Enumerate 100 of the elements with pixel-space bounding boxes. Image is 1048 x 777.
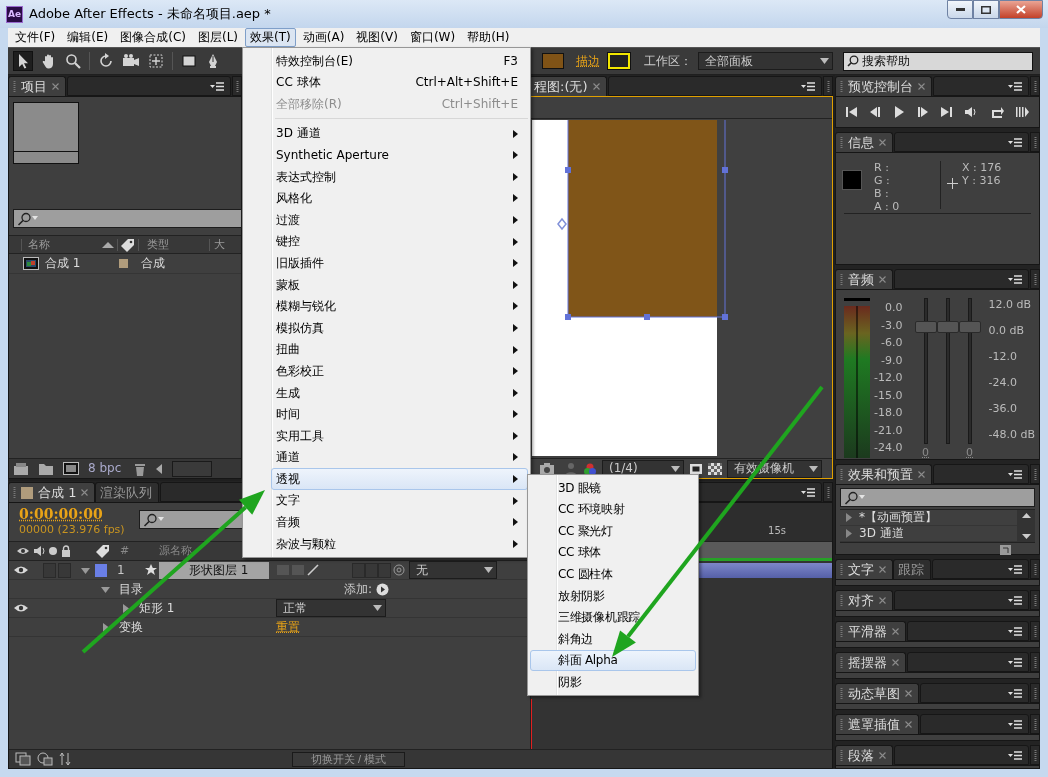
drag-handle-icon[interactable] [840, 626, 843, 638]
panel-menu-icon[interactable] [1008, 750, 1022, 760]
slider-thumb[interactable] [958, 321, 981, 334]
property-label[interactable]: 矩形 1 [139, 600, 175, 616]
scroll-down-icon[interactable] [1021, 534, 1031, 540]
label-tag-icon[interactable] [95, 544, 111, 558]
layer-name[interactable]: 形状图层 1 [159, 561, 269, 579]
menu-item[interactable]: 扭曲 [271, 338, 528, 361]
drag-handle-icon[interactable] [1033, 718, 1037, 730]
menu-item[interactable]: 帮助(H) [462, 28, 515, 47]
menu-item[interactable]: 动画(A) [297, 28, 350, 47]
scroll-up-icon[interactable] [1021, 513, 1031, 519]
panel-tab[interactable]: 平滑器 [835, 621, 906, 642]
toggle-switches-button[interactable]: 切换开关 / 模式 [292, 751, 405, 767]
panel-menu-icon[interactable] [1008, 274, 1022, 284]
drag-handle-icon[interactable] [1033, 656, 1037, 668]
drag-handle-icon[interactable] [1033, 273, 1037, 285]
switch-box[interactable] [365, 562, 378, 578]
drag-handle-icon[interactable] [1033, 468, 1037, 480]
transparency-grid-icon[interactable] [708, 462, 722, 475]
menu-item[interactable]: 窗口(W) [404, 28, 461, 47]
parent-dropdown[interactable]: 无 [409, 561, 497, 579]
drag-handle-icon[interactable] [840, 137, 843, 148]
stroke-swatch[interactable] [608, 53, 630, 69]
menu-item[interactable]: Synthetic Aperture [271, 144, 528, 166]
panel-tab[interactable]: 跟踪 [893, 559, 931, 580]
panel-tab[interactable]: 段落 [835, 745, 893, 766]
close-icon[interactable] [879, 139, 886, 146]
last-frame-icon[interactable] [940, 106, 953, 118]
loop-icon[interactable] [989, 106, 1004, 118]
drag-handle-icon[interactable] [1033, 687, 1037, 699]
label-tag-icon[interactable] [120, 237, 136, 252]
drag-handle-icon[interactable] [840, 657, 843, 669]
panel-menu-icon[interactable] [1008, 137, 1022, 147]
search-field[interactable]: 搜索帮助 [843, 51, 1033, 71]
search-icon[interactable] [17, 211, 39, 226]
column-header[interactable]: 类型 [139, 237, 209, 252]
menu-item[interactable]: CC 球体 [530, 541, 696, 564]
menu-item[interactable]: 阴影 [530, 671, 696, 693]
drag-handle-icon[interactable] [840, 274, 843, 285]
close-icon[interactable] [892, 659, 899, 667]
volume-slider[interactable] [936, 298, 959, 444]
timecode[interactable]: 0:00:00:00 [19, 506, 125, 523]
panel-tab[interactable]: 对齐 [835, 590, 893, 611]
visibility-eye-icon[interactable] [13, 565, 29, 575]
visibility-eye-icon[interactable] [13, 603, 29, 613]
close-icon[interactable] [592, 83, 600, 90]
panel-tab[interactable]: 项目 [8, 76, 66, 96]
menu-item[interactable]: 视图(V) [351, 28, 403, 47]
parent-pick-whip-icon[interactable] [393, 564, 405, 576]
menu-item[interactable]: 编辑(E) [62, 28, 114, 47]
menu-item[interactable]: CC 聚光灯 [530, 520, 696, 542]
menu-item[interactable]: 蒙板 [271, 273, 528, 296]
close-icon[interactable] [918, 471, 925, 479]
sort-arrow-icon[interactable] [102, 241, 114, 248]
scroll-left-icon[interactable] [155, 463, 164, 474]
menu-item[interactable]: 斜面 Alpha [530, 649, 696, 672]
comp-flowchart-icon[interactable] [15, 752, 31, 766]
property-label[interactable]: 变换 [119, 619, 143, 635]
trash-icon[interactable] [134, 461, 147, 476]
speaker-icon[interactable] [963, 106, 978, 118]
menu-item[interactable]: 通道 [271, 446, 528, 469]
panel-tab[interactable]: 效果和预置 [835, 464, 932, 485]
disclosure-triangle-icon[interactable] [81, 565, 90, 575]
next-frame-icon[interactable] [916, 106, 929, 118]
menu-item[interactable]: 效果(T) [245, 28, 296, 47]
region-of-interest-icon[interactable] [689, 462, 703, 475]
visibility-eye-icon[interactable] [16, 546, 30, 556]
close-icon[interactable] [52, 83, 59, 90]
solo-dot-icon[interactable] [48, 546, 58, 556]
panel-menu-icon[interactable] [1008, 688, 1022, 698]
panel-menu-icon[interactable] [1008, 626, 1022, 636]
close-icon[interactable] [905, 721, 912, 729]
close-icon[interactable] [918, 83, 925, 90]
menu-item[interactable]: 过渡 [271, 209, 528, 231]
menu-item[interactable]: 色彩校正 [271, 360, 528, 382]
anchor-point-icon[interactable] [557, 217, 567, 231]
close-icon[interactable] [879, 276, 886, 283]
panel-tab[interactable]: 文字 [835, 559, 893, 580]
panel-tab[interactable]: 程图:(无) [529, 76, 607, 96]
panel-menu-icon[interactable] [1008, 564, 1022, 574]
menu-item[interactable]: 风格化 [271, 187, 528, 210]
play-icon[interactable] [893, 106, 906, 118]
rectangle-tool-icon[interactable] [181, 53, 197, 69]
switch-box[interactable] [378, 562, 391, 578]
menu-item[interactable]: 3D 眼镜 [530, 477, 696, 499]
menu-item[interactable]: 特效控制台(E) F3 [271, 50, 528, 72]
drag-handle-icon[interactable] [1033, 563, 1037, 575]
disclosure-triangle-icon[interactable] [101, 622, 110, 632]
menu-item[interactable]: CC 圆柱体 [530, 563, 696, 585]
menu-item[interactable]: 实用工具 [271, 425, 528, 447]
panel-menu-icon[interactable] [1008, 595, 1022, 605]
dropdown-arrow-icon[interactable] [373, 605, 382, 611]
drag-handle-icon[interactable] [840, 719, 843, 731]
menu-item[interactable]: 透视 [271, 468, 528, 490]
menu-item[interactable]: 表达式控制 [271, 165, 528, 188]
close-icon[interactable] [905, 690, 912, 698]
volume-slider[interactable] [958, 298, 981, 444]
drag-handle-icon[interactable] [840, 81, 843, 92]
search-field[interactable] [840, 488, 1035, 508]
